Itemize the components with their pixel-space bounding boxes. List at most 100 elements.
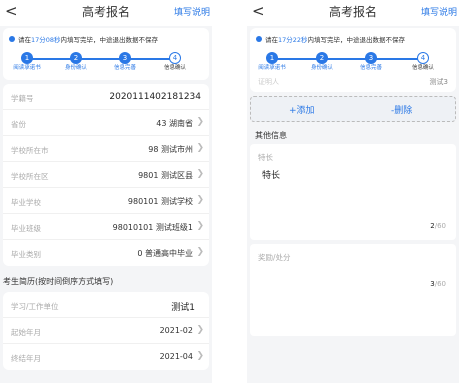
step-3-circle: 3 xyxy=(119,52,131,64)
reward-label: 奖励/处分 xyxy=(258,253,291,262)
step-1-circle: 1 xyxy=(21,52,33,64)
help-link[interactable]: 填写说明 xyxy=(174,5,210,18)
chevron-right-icon: ❯ xyxy=(196,143,204,153)
step-2: 2 身份确认 xyxy=(304,52,340,72)
chevron-right-icon: ❯ xyxy=(196,195,204,205)
step-4-circle: 4 xyxy=(417,52,429,64)
timer-notice: 请在 17分08秒 内填写完毕，中途退出数据不保存 xyxy=(3,28,209,50)
field-value: 测试3 xyxy=(429,78,448,86)
resume-row-start[interactable]: 起始年月 2021-02 ❯ xyxy=(3,318,209,344)
char-max: /60 xyxy=(434,222,446,230)
delete-button[interactable]: -删除 xyxy=(391,103,412,116)
specialty-label: 特长 xyxy=(258,153,273,162)
field-row-city[interactable]: 学校所在市 98 测试市州 ❯ xyxy=(3,136,209,162)
field-label: 学籍号 xyxy=(11,94,34,103)
field-label: 学校所在区 xyxy=(11,172,49,181)
field-row-district[interactable]: 学校所在区 9801 测试区县 ❯ xyxy=(3,162,209,188)
step-1: 1 阅读承诺书 xyxy=(254,52,290,72)
timer-notice: 请在 17分22秒 内填写完毕，中途退出数据不保存 xyxy=(250,28,456,50)
info-dot-icon xyxy=(9,36,15,42)
left-screen: < 高考报名 填写说明 请在 17分08秒 内填写完毕，中途退出数据不保存 1 … xyxy=(0,0,212,383)
nav-bar: < 高考报名 填写说明 xyxy=(247,0,459,26)
chevron-right-icon: ❯ xyxy=(196,169,204,179)
field-label: 毕业班级 xyxy=(11,224,41,233)
field-value: 测试1 xyxy=(171,303,195,313)
progress-card: 请在 17分08秒 内填写完毕，中途退出数据不保存 1 阅读承诺书 2 身份确认… xyxy=(3,28,209,80)
add-button[interactable]: +添加 xyxy=(289,103,315,116)
field-row-student-id: 学籍号 2020111402181234 xyxy=(3,84,209,110)
step-3-label: 信息完善 xyxy=(113,65,136,71)
field-value: 0 普通高中毕业 xyxy=(137,249,193,258)
field-value: 98010101 测试班级1 xyxy=(112,223,193,232)
step-4-label: 信息确认 xyxy=(163,65,186,71)
info-dot-icon xyxy=(256,36,262,42)
field-value: 43 湖南省 xyxy=(156,119,193,128)
info-form-card: 学籍号 2020111402181234 省份 43 湖南省 ❯ 学校所在市 9… xyxy=(3,84,209,266)
step-2-circle: 2 xyxy=(70,52,82,64)
field-label: 毕业学校 xyxy=(11,198,41,207)
field-label: 证明人 xyxy=(258,78,279,86)
notice-suffix: 内填写完毕，中途退出数据不保存 xyxy=(307,36,406,44)
chevron-right-icon: ❯ xyxy=(196,247,204,257)
help-link[interactable]: 填写说明 xyxy=(421,5,457,18)
step-3-circle: 3 xyxy=(365,52,377,64)
chevron-right-icon: ❯ xyxy=(196,351,204,361)
char-counter: 2/60 xyxy=(430,222,446,230)
field-row-province[interactable]: 省份 43 湖南省 ❯ xyxy=(3,110,209,136)
field-value: 2020111402181234 xyxy=(109,92,201,102)
step-2-label: 身份确认 xyxy=(310,65,333,71)
step-indicator: 1 阅读承诺书 2 身份确认 3 信息完善 4 信息确认 xyxy=(250,50,456,80)
step-2-label: 身份确认 xyxy=(64,65,87,71)
specialty-textarea[interactable]: 特长 特长 2/60 xyxy=(250,144,456,240)
notice-prefix: 请在 xyxy=(18,36,31,44)
specialty-value: 特长 xyxy=(262,171,281,181)
step-1-circle: 1 xyxy=(266,52,278,64)
witness-row: 证明人 测试3 xyxy=(250,78,456,92)
field-label: 起始年月 xyxy=(11,328,41,337)
step-4: 4 信息确认 xyxy=(157,52,193,72)
step-1-label: 阅读承诺书 xyxy=(258,65,286,71)
char-counter: 3/60 xyxy=(430,280,446,288)
resume-row-employer[interactable]: 学习/工作单位 测试1 xyxy=(3,292,209,318)
step-line xyxy=(27,58,173,60)
field-value: 98 测试市州 xyxy=(148,145,193,154)
notice-suffix: 内填写完毕，中途退出数据不保存 xyxy=(60,36,159,44)
step-indicator: 1 阅读承诺书 2 身份确认 3 信息完善 4 信息确认 xyxy=(3,50,209,80)
resume-card: 学习/工作单位 测试1 起始年月 2021-02 ❯ 终结年月 2021-04 … xyxy=(3,292,209,370)
step-4-circle: 4 xyxy=(169,52,181,64)
field-row-category[interactable]: 毕业类别 0 普通高中毕业 ❯ xyxy=(3,240,209,266)
chevron-right-icon: ❯ xyxy=(196,325,204,335)
field-row-school[interactable]: 毕业学校 980101 测试学校 ❯ xyxy=(3,188,209,214)
field-row-class[interactable]: 毕业班级 98010101 测试班级1 ❯ xyxy=(3,214,209,240)
notice-prefix: 请在 xyxy=(265,36,278,44)
step-3: 3 信息完善 xyxy=(353,52,389,72)
field-value: 9801 测试区县 xyxy=(138,171,193,180)
resume-row-end[interactable]: 终结年月 2021-04 ❯ xyxy=(3,344,209,370)
step-3: 3 信息完善 xyxy=(107,52,143,72)
step-1: 1 阅读承诺书 xyxy=(9,52,45,72)
chevron-right-icon: ❯ xyxy=(196,221,204,231)
field-label: 省份 xyxy=(11,120,26,129)
field-value: 2021-02 xyxy=(159,326,193,335)
resume-section-title: 考生简历(按时间倒序方式填写) xyxy=(3,277,114,286)
chevron-right-icon: ❯ xyxy=(196,117,204,127)
step-4: 4 信息确认 xyxy=(405,52,441,72)
nav-bar: < 高考报名 填写说明 xyxy=(0,0,212,26)
field-label: 毕业类别 xyxy=(11,250,41,259)
step-2: 2 身份确认 xyxy=(58,52,94,72)
notice-timer: 17分08秒 xyxy=(31,36,61,44)
field-label: 学校所在市 xyxy=(11,146,49,155)
resume-actions: +添加 -删除 xyxy=(250,96,456,122)
field-label: 终结年月 xyxy=(11,354,41,363)
field-value: 2021-04 xyxy=(159,352,193,361)
step-3-label: 信息完善 xyxy=(359,65,382,71)
notice-timer: 17分22秒 xyxy=(278,36,308,44)
other-info-title: 其他信息 xyxy=(255,131,287,140)
step-4-label: 信息确认 xyxy=(411,65,434,71)
field-value: 980101 测试学校 xyxy=(127,197,193,206)
progress-card: 请在 17分22秒 内填写完毕，中途退出数据不保存 1 阅读承诺书 2 身份确认… xyxy=(250,28,456,92)
reward-textarea[interactable]: 奖励/处分 3/60 xyxy=(250,244,456,336)
step-1-label: 阅读承诺书 xyxy=(13,65,41,71)
step-line xyxy=(272,58,418,60)
right-screen: < 高考报名 填写说明 请在 17分22秒 内填写完毕，中途退出数据不保存 1 … xyxy=(247,0,459,383)
